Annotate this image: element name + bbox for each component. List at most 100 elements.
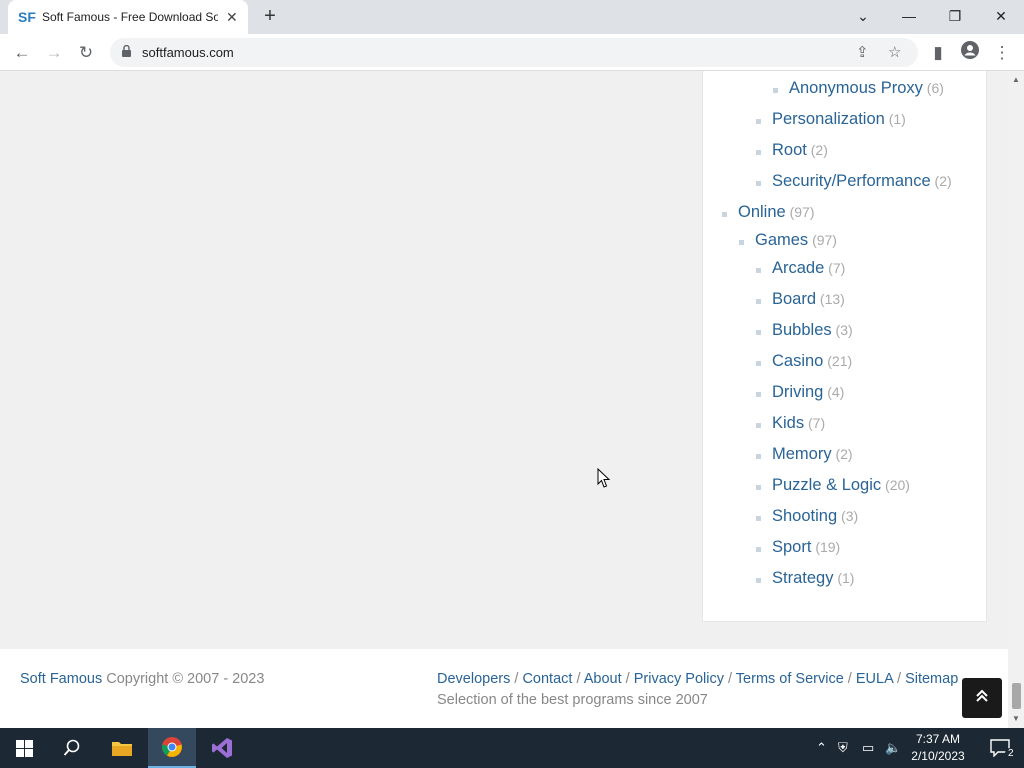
network-icon[interactable]: ▭ xyxy=(862,740,874,756)
new-tab-button[interactable]: + xyxy=(258,5,282,29)
list-bullet xyxy=(773,88,778,93)
footer-link[interactable]: Developers xyxy=(437,671,510,687)
category-link[interactable]: Bubbles (3) xyxy=(772,321,853,340)
chrome-taskbar-button[interactable] xyxy=(148,728,196,768)
tab-title: Soft Famous - Free Download So xyxy=(42,10,218,24)
category-link[interactable]: Memory (2) xyxy=(772,445,853,464)
footer-link[interactable]: Privacy Policy xyxy=(634,671,724,687)
category-link[interactable]: Shooting (3) xyxy=(772,507,858,526)
category-count: (2) xyxy=(806,142,828,158)
category-count: (97) xyxy=(808,232,837,248)
category-name: Driving xyxy=(772,383,824,401)
side-panel-icon[interactable]: ▮ xyxy=(926,41,950,65)
list-bullet xyxy=(756,547,761,552)
close-tab-icon[interactable]: ✕ xyxy=(226,9,238,26)
category-name: Strategy xyxy=(772,569,834,587)
chrome-icon xyxy=(162,737,182,757)
category-count: (3) xyxy=(831,322,853,338)
menu-kebab-icon[interactable]: ⋮ xyxy=(990,41,1014,65)
share-icon[interactable]: ⇪ xyxy=(856,43,869,61)
category-link[interactable]: Board (13) xyxy=(772,290,845,309)
tab-strip: SF Soft Famous - Free Download So ✕ + ⌄ … xyxy=(0,0,1024,34)
footer-links: Developers / Contact / About / Privacy P… xyxy=(437,671,958,687)
file-explorer-button[interactable] xyxy=(98,728,146,768)
forward-icon[interactable]: → xyxy=(42,41,66,65)
list-bullet xyxy=(756,392,761,397)
scroll-down-icon[interactable]: ▼ xyxy=(1008,712,1024,726)
page-content: Anonymous Proxy (6) Personalization (1) Ro… xyxy=(0,71,1008,728)
list-bullet xyxy=(756,578,761,583)
category-count: (7) xyxy=(824,260,846,276)
scroll-up-icon[interactable]: ▲ xyxy=(1008,73,1024,87)
visual-studio-button[interactable] xyxy=(198,728,246,768)
footer-tagline: Selection of the best programs since 200… xyxy=(437,692,708,708)
page-scrollbar[interactable]: ▲ ▼ xyxy=(1008,71,1024,728)
copyright-text: Copyright © 2007 - 2023 xyxy=(102,671,265,687)
category-count: (19) xyxy=(811,539,841,555)
category-link[interactable]: Online (97) xyxy=(738,203,815,222)
footer: Soft Famous Copyright © 2007 - 2023 Deve… xyxy=(0,649,1008,728)
windows-logo-icon xyxy=(15,739,33,757)
back-to-top-button[interactable] xyxy=(962,678,1002,718)
search-icon xyxy=(63,739,80,756)
address-bar[interactable]: softfamous.com ⇪ ☆ xyxy=(110,38,918,67)
category-link[interactable]: Games (97) xyxy=(755,231,837,250)
footer-link[interactable]: Terms of Service xyxy=(736,671,844,687)
restore-button[interactable]: ❐ xyxy=(932,0,978,34)
footer-link[interactable]: Sitemap xyxy=(905,671,958,687)
browser-tab[interactable]: SF Soft Famous - Free Download So ✕ xyxy=(8,0,248,34)
category-count: (4) xyxy=(823,384,845,400)
footer-copyright: Soft Famous Copyright © 2007 - 2023 xyxy=(20,671,264,687)
category-count: (13) xyxy=(816,291,845,307)
link-separator: / xyxy=(892,671,906,687)
category-name: Personalization xyxy=(772,110,885,128)
close-window-button[interactable]: ✕ xyxy=(978,0,1024,34)
volume-icon[interactable]: 🔈 xyxy=(885,740,901,756)
list-bullet xyxy=(756,361,761,366)
footer-link[interactable]: Contact xyxy=(522,671,572,687)
tab-search-icon[interactable]: ⌄ xyxy=(840,0,886,34)
category-name: Kids xyxy=(772,414,805,432)
security-icon[interactable]: ⛨ xyxy=(838,740,848,756)
category-link[interactable]: Root (2) xyxy=(772,141,828,160)
profile-icon[interactable] xyxy=(958,41,982,65)
category-count: (1) xyxy=(833,570,855,586)
category-link[interactable]: Security/Performance (2) xyxy=(772,172,952,191)
windows-taskbar: ⌃ ⛨ ▭ 🔈 7:37 AM 2/10/2023 2 xyxy=(0,728,1024,768)
search-button[interactable] xyxy=(48,728,96,768)
list-bullet xyxy=(739,240,744,245)
link-separator: / xyxy=(843,671,856,687)
bookmark-star-icon[interactable]: ☆ xyxy=(888,43,901,61)
footer-link[interactable]: About xyxy=(584,671,622,687)
tray-overflow-icon[interactable]: ⌃ xyxy=(816,740,827,756)
category-count: (20) xyxy=(881,477,910,493)
category-link[interactable]: Puzzle & Logic (20) xyxy=(772,476,910,495)
category-link[interactable]: Personalization (1) xyxy=(772,110,906,129)
list-bullet xyxy=(756,268,761,273)
category-link[interactable]: Casino (21) xyxy=(772,352,852,371)
category-name: Casino xyxy=(772,352,824,370)
category-count: (7) xyxy=(804,415,826,431)
list-bullet xyxy=(756,423,761,428)
taskbar-clock[interactable]: 7:37 AM 2/10/2023 xyxy=(906,731,970,765)
start-button[interactable] xyxy=(0,728,48,768)
category-link[interactable]: Strategy (1) xyxy=(772,569,854,588)
footer-brand-link[interactable]: Soft Famous xyxy=(20,671,102,687)
category-link[interactable]: Sport (19) xyxy=(772,538,840,557)
category-name: Root xyxy=(772,141,807,159)
scrollbar-thumb[interactable] xyxy=(1012,683,1021,709)
category-count: (6) xyxy=(922,80,944,96)
back-icon[interactable]: ← xyxy=(10,41,34,65)
category-link[interactable]: Anonymous Proxy (6) xyxy=(789,79,944,98)
link-separator: / xyxy=(572,671,584,687)
category-name: Bubbles xyxy=(772,321,832,339)
notification-count-badge: 2 xyxy=(1005,748,1017,759)
notifications-button[interactable]: 2 xyxy=(976,728,1024,768)
footer-link[interactable]: EULA xyxy=(856,671,893,687)
category-link[interactable]: Arcade (7) xyxy=(772,259,845,278)
category-link[interactable]: Driving (4) xyxy=(772,383,844,402)
reload-icon[interactable]: ↻ xyxy=(74,41,98,65)
category-link[interactable]: Kids (7) xyxy=(772,414,825,433)
minimize-button[interactable]: — xyxy=(886,0,932,34)
list-bullet xyxy=(756,330,761,335)
